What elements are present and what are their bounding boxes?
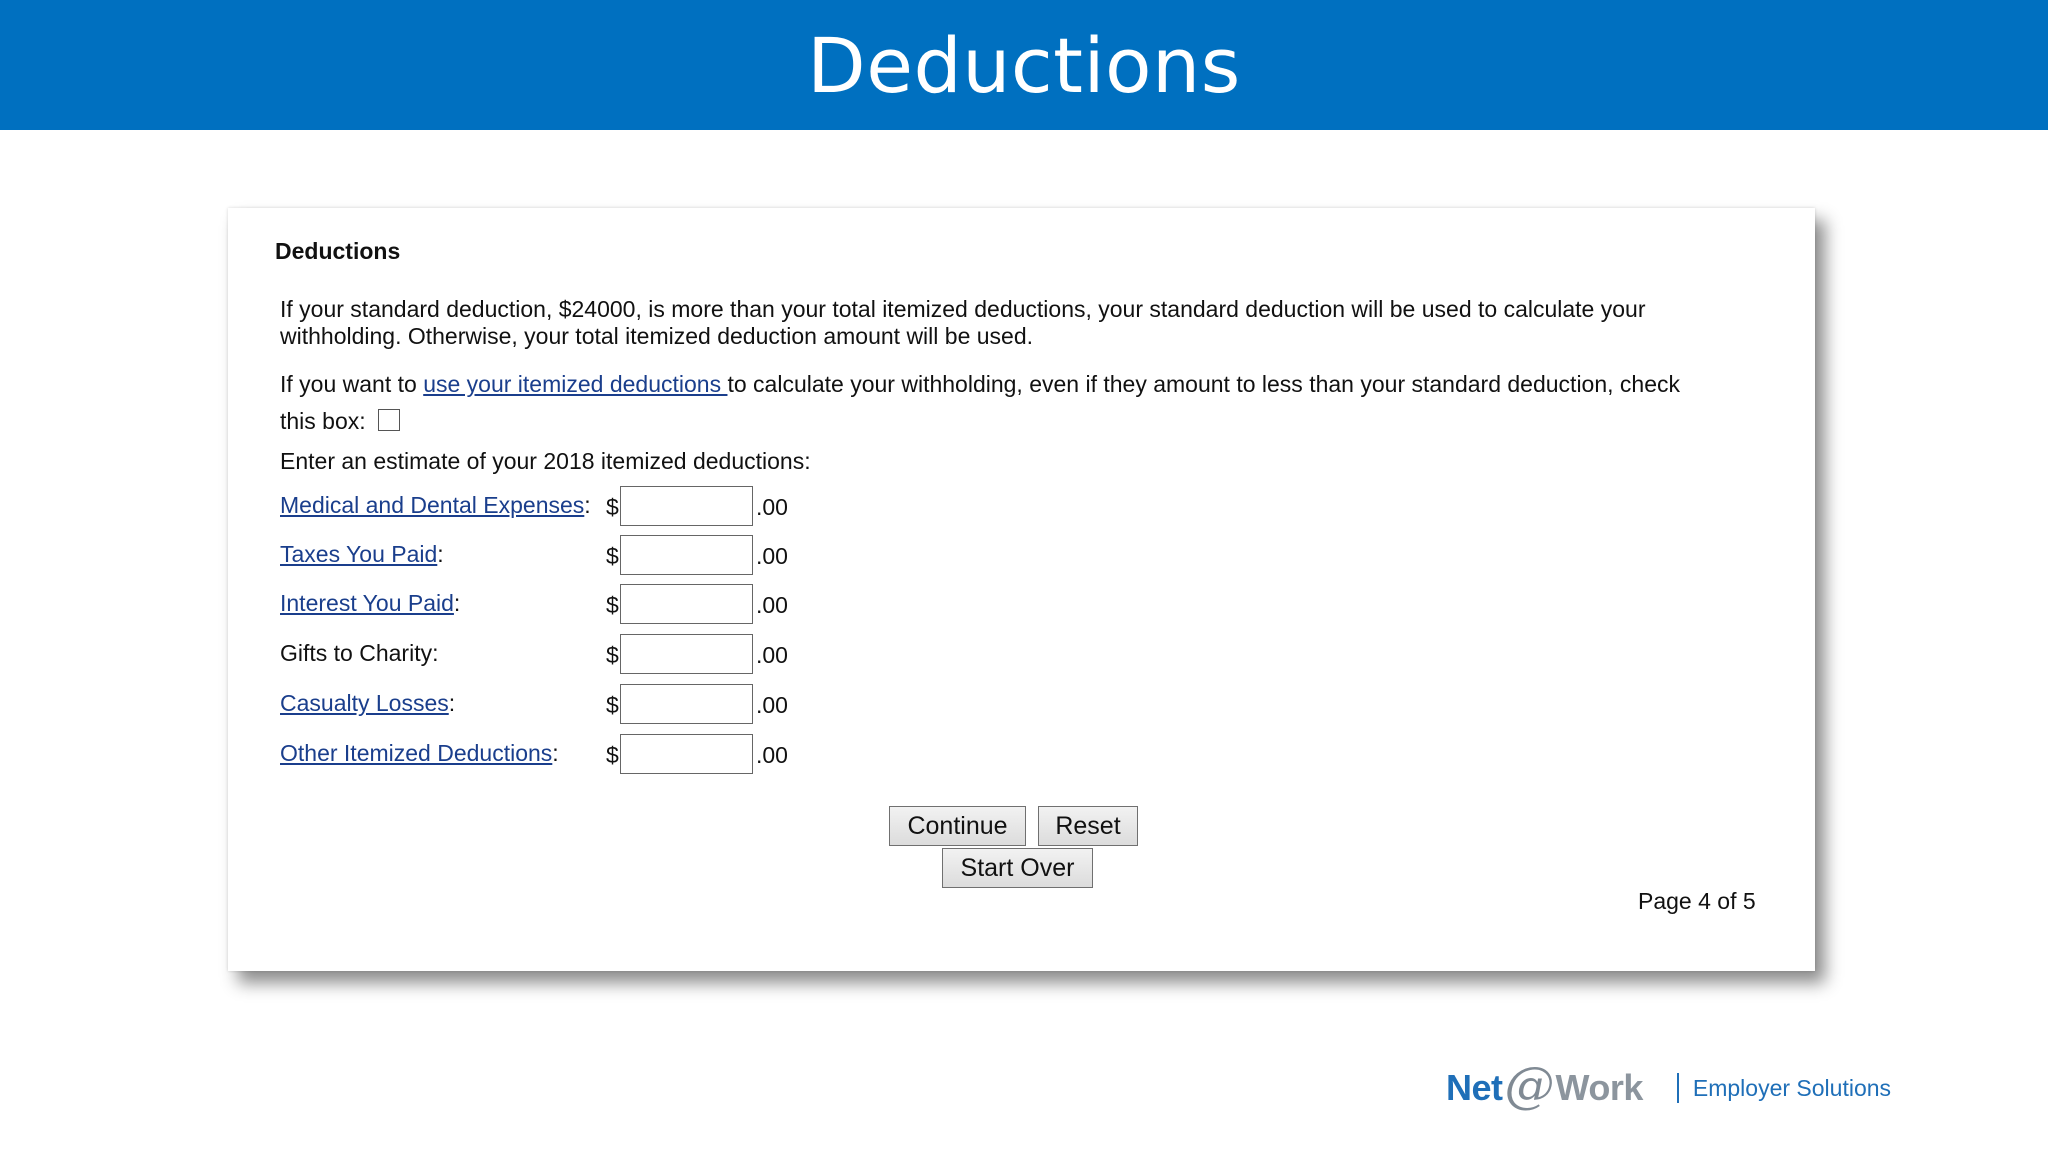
gifts-to-charity-input[interactable] [620,634,753,674]
deduction-row-charity: Gifts to Charity: $ .00 [280,634,880,674]
deduction-row-taxes: Taxes You Paid: $ .00 [280,535,880,575]
logo-divider [1676,1073,1679,1103]
deduction-row-medical: Medical and Dental Expenses: $ .00 [280,486,880,526]
interest-you-paid-input[interactable] [620,584,753,624]
start-over-button[interactable]: Start Over [942,848,1093,888]
deductions-form: Deductions If your standard deduction, $… [228,208,1815,971]
cents-suffix: .00 [756,543,788,569]
currency-symbol: $ [606,494,619,520]
currency-symbol: $ [606,742,619,768]
company-logo: Net @ Work Employer Solutions [1446,1056,1892,1114]
deduction-row-interest: Interest You Paid: $ .00 [280,584,880,624]
itemized-prefix: If you want to [280,371,424,397]
medical-dental-input[interactable] [620,486,753,526]
currency-symbol: $ [606,592,619,618]
logo-net-text: Net [1446,1067,1503,1108]
cents-suffix: .00 [756,642,788,668]
interest-you-paid-link[interactable]: Interest You Paid [280,590,454,616]
other-itemized-link[interactable]: Other Itemized Deductions [280,740,552,766]
itemized-choice-paragraph: If you want to use your itemized deducti… [280,366,1720,440]
cents-suffix: .00 [756,692,788,718]
page-indicator: Page 4 of 5 [1638,888,1756,914]
estimate-prompt: Enter an estimate of your 2018 itemized … [280,448,811,474]
medical-dental-link[interactable]: Medical and Dental Expenses [280,492,584,518]
currency-symbol: $ [606,692,619,718]
cents-suffix: .00 [756,592,788,618]
logo-work-text: Work [1555,1067,1644,1108]
reset-button[interactable]: Reset [1038,806,1138,846]
form-heading: Deductions [275,238,401,264]
gifts-to-charity-label: Gifts to Charity [280,640,433,666]
other-itemized-input[interactable] [620,734,753,774]
currency-symbol: $ [606,642,619,668]
taxes-you-paid-link[interactable]: Taxes You Paid [280,541,437,567]
casualty-losses-input[interactable] [620,684,753,724]
continue-button[interactable]: Continue [889,806,1026,846]
use-itemized-deductions-link[interactable]: use your itemized deductions [423,371,727,397]
form-screenshot-card: Deductions If your standard deduction, $… [228,208,1815,971]
taxes-you-paid-input[interactable] [620,535,753,575]
standard-deduction-intro: If your standard deduction, $24000, is m… [280,296,1646,349]
currency-symbol: $ [606,543,619,569]
at-sign-icon: @ [1504,1056,1555,1114]
deduction-row-other: Other Itemized Deductions: $ .00 [280,734,880,774]
title-banner: Deductions [0,0,2048,130]
deduction-row-casualty: Casualty Losses: $ .00 [280,684,880,724]
use-itemized-checkbox[interactable] [377,409,400,431]
casualty-losses-link[interactable]: Casualty Losses [280,690,449,716]
cents-suffix: .00 [756,742,788,768]
logo-tagline: Employer Solutions [1692,1074,1892,1101]
slide-title: Deductions [807,20,1241,110]
cents-suffix: .00 [756,494,788,520]
